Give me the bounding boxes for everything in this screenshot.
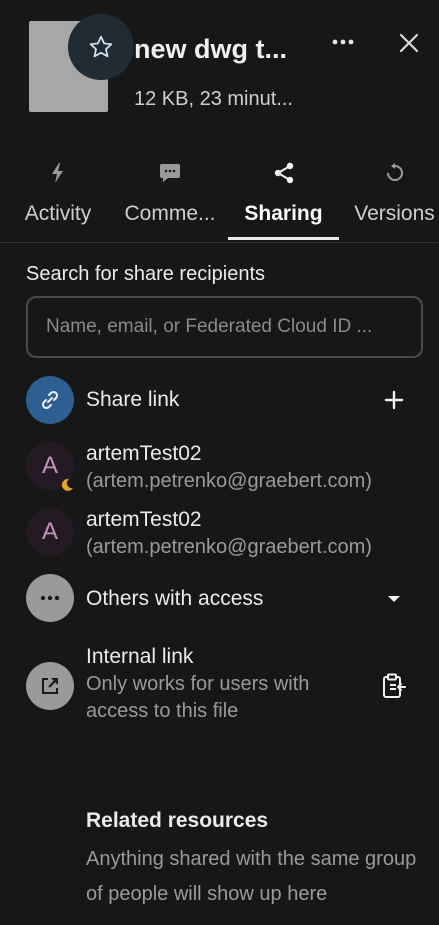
active-tab-indicator: [228, 237, 339, 240]
close-button[interactable]: [394, 28, 424, 58]
star-outline-icon: [89, 35, 113, 58]
others-with-access-label[interactable]: Others with access: [86, 587, 263, 611]
add-share-link-button[interactable]: [380, 386, 408, 414]
search-field: [26, 296, 423, 358]
caret-down-icon: [388, 596, 400, 602]
more-actions-button[interactable]: [329, 28, 357, 56]
moon-icon: [61, 478, 73, 491]
tab-comments-label: Comme...: [124, 202, 216, 225]
share-recipient-name: artemTest02: [86, 508, 202, 531]
avatar[interactable]: A: [26, 508, 74, 556]
tab-sharing[interactable]: Sharing: [228, 150, 339, 242]
close-icon: [399, 33, 419, 53]
search-label: Search for share recipients: [26, 263, 266, 285]
share-recipient-name: artemTest02: [86, 442, 202, 465]
tab-versions[interactable]: Versions: [350, 150, 439, 242]
link-icon: [41, 390, 59, 410]
copy-internal-link-button[interactable]: [378, 670, 410, 702]
open-in-new-icon: [42, 678, 58, 694]
related-resources-description: Anything shared with the same group of p…: [86, 848, 417, 905]
internal-link-title: Internal link: [86, 645, 194, 668]
favorite-button[interactable]: [68, 14, 134, 80]
comment-icon: [160, 164, 180, 182]
sidebar-tabs: Activity Comme... Sharing Versions: [0, 150, 439, 243]
others-avatar: [26, 574, 74, 622]
tab-comments[interactable]: Comme...: [115, 150, 225, 242]
dots-horizontal-icon: [332, 39, 354, 45]
tab-activity-label: Activity: [24, 202, 92, 225]
share-icon: [274, 162, 293, 184]
lightning-icon: [52, 163, 63, 183]
share-link-avatar: [26, 376, 74, 424]
search-input[interactable]: [28, 298, 421, 356]
share-link-label[interactable]: Share link: [86, 388, 179, 412]
file-title: new dwg t...: [134, 34, 287, 64]
internal-link-avatar: [26, 662, 74, 710]
clipboard-copy-icon: [383, 673, 406, 698]
internal-link-description-line1: Only works for users with: [86, 673, 310, 695]
file-meta: 12 KB, 23 minut...: [134, 88, 293, 110]
others-expand-button[interactable]: [380, 585, 408, 613]
related-resources-title: Related resources: [86, 809, 269, 832]
tab-sharing-label: Sharing: [244, 202, 323, 225]
share-recipient-email: (artem.petrenko@graebert.com): [86, 470, 372, 492]
history-icon: [386, 163, 403, 181]
tab-versions-label: Versions: [354, 202, 435, 225]
plus-icon: [384, 390, 404, 410]
dots-horizontal-icon: [40, 595, 60, 601]
share-recipient-email: (artem.petrenko@graebert.com): [86, 536, 372, 558]
tab-activity[interactable]: Activity: [14, 150, 102, 242]
internal-link-description-line2: access to this file: [86, 700, 239, 722]
